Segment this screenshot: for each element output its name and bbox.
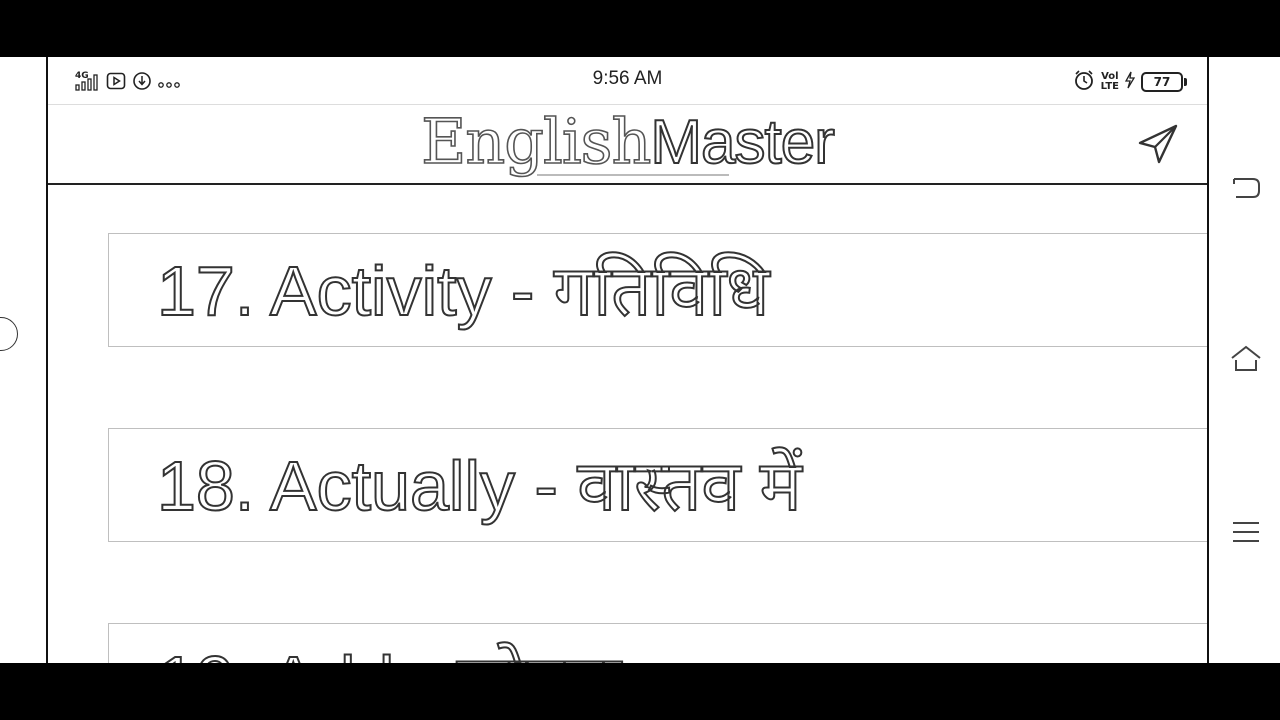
back-button[interactable] (1229, 171, 1263, 205)
vocab-list: 17. Activity - गतिविधि 18. Actually - वा… (48, 185, 1207, 663)
volte-indicator: Vol LTE (1101, 72, 1119, 92)
vocab-card[interactable]: 19. Add - जोड़ना (108, 623, 1207, 663)
status-time: 9:56 AM (592, 68, 663, 89)
home-button[interactable] (1229, 343, 1263, 377)
title-underline (537, 174, 729, 176)
letterbox-bottom (0, 663, 1280, 720)
vocab-text: 18. Actually - वास्तव में (156, 446, 803, 526)
navigation-bar (1209, 57, 1280, 663)
back-icon (1233, 178, 1260, 198)
charging-icon (1124, 71, 1136, 93)
status-right-icons: Vol LTE 77 (1073, 69, 1187, 95)
send-icon (1138, 124, 1178, 164)
phone-screen: 4G 9:56 AM Vol LTE 77 EnglishMaster 17. … (46, 57, 1209, 663)
letterbox-top (0, 0, 1280, 57)
app-title-english: English (420, 105, 652, 178)
alarm-icon (1073, 69, 1095, 95)
send-button[interactable] (1135, 121, 1181, 167)
app-title-master: Master (649, 107, 835, 178)
vocab-card[interactable]: 17. Activity - गतिविधि (108, 233, 1207, 347)
volte-label-bottom: LTE (1100, 81, 1119, 92)
status-bar: 4G 9:56 AM Vol LTE 77 (48, 57, 1207, 105)
screen: 4G 9:56 AM Vol LTE 77 EnglishMaster 17. … (0, 57, 1280, 663)
floating-assist-button[interactable] (0, 317, 18, 351)
app-bar: EnglishMaster (48, 105, 1207, 185)
vocab-text: 19. Add - जोड़ना (156, 634, 622, 663)
vocab-text: 17. Activity - गतिविधि (156, 251, 770, 331)
vocab-card[interactable]: 18. Actually - वास्तव में (108, 428, 1207, 542)
menu-button[interactable] (1229, 515, 1263, 549)
app-title: EnglishMaster (48, 105, 1207, 178)
menu-icon (1233, 522, 1259, 542)
battery-indicator: 77 (1141, 72, 1187, 92)
home-icon (1231, 345, 1261, 371)
